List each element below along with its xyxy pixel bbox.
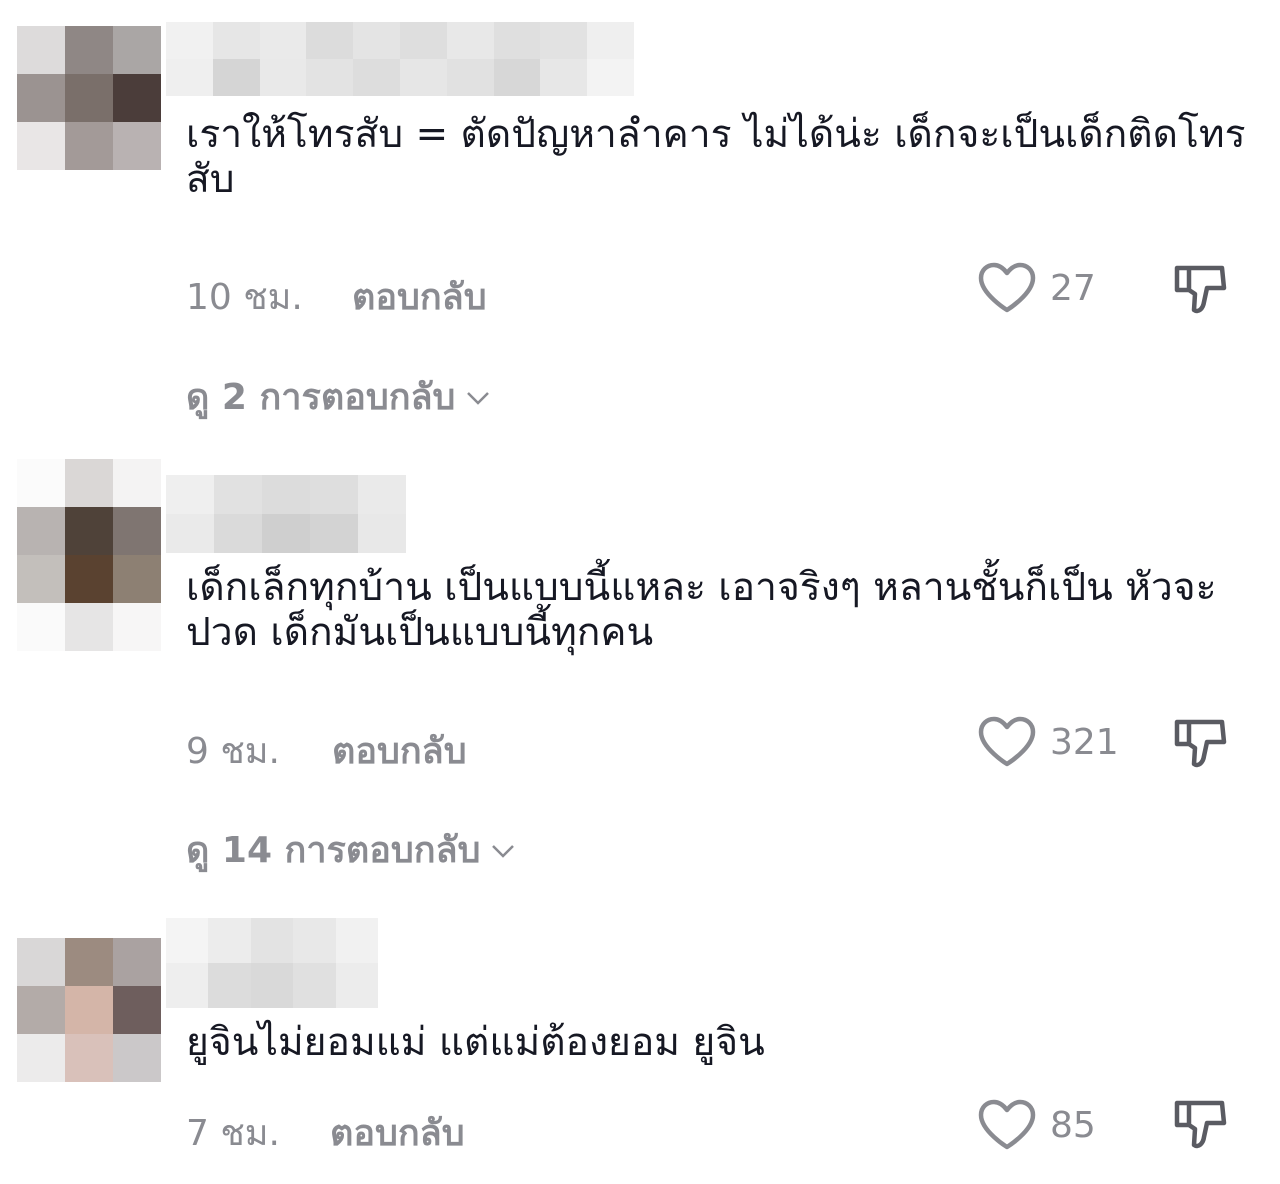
reply-button[interactable]: ตอบกลับ: [332, 722, 467, 779]
comment-time: 7 ชม.: [186, 1113, 280, 1154]
heart-icon: [978, 716, 1036, 767]
username-blurred[interactable]: [166, 22, 634, 96]
view-replies-label: ดู 14 การตอบกลับ: [186, 830, 481, 871]
dislike-button[interactable]: [1172, 1095, 1230, 1157]
heart-icon: [978, 1099, 1036, 1150]
like-count: 321: [1050, 721, 1119, 763]
heart-icon: [978, 262, 1036, 313]
like-button[interactable]: 27: [977, 262, 1096, 314]
like-count: 85: [1050, 1104, 1096, 1146]
thumbs-down-icon: [1174, 265, 1227, 314]
username-blurred[interactable]: [166, 918, 378, 1008]
view-replies-button[interactable]: ดู 14 การตอบกลับ: [186, 821, 516, 878]
comment-text: ยูจินไม่ยอมแม่ แต่แม่ต้องยอม ยูจิน: [186, 1020, 765, 1065]
avatar[interactable]: [17, 938, 161, 1082]
dislike-button[interactable]: [1172, 714, 1230, 776]
comment-text: เราให้โทรสับ = ตัดปัญหาลำคาร ไม่ได้น่ะ เ…: [186, 112, 1246, 202]
dislike-button[interactable]: [1172, 260, 1230, 322]
like-count: 27: [1050, 267, 1096, 309]
like-button[interactable]: 85: [977, 1099, 1096, 1151]
view-replies-label: ดู 2 การตอบกลับ: [186, 377, 456, 418]
thumbs-down-icon: [1174, 719, 1227, 768]
comment-time: 10 ชม.: [186, 277, 303, 318]
username-blurred[interactable]: [166, 475, 406, 553]
comment-text: เด็กเล็กทุกบ้าน เป็นแบบนี้แหละ เอาจริงๆ …: [186, 565, 1217, 655]
avatar[interactable]: [17, 26, 161, 170]
thumbs-down-icon: [1174, 1100, 1227, 1149]
view-replies-button[interactable]: ดู 2 การตอบกลับ: [186, 368, 491, 425]
chevron-down-icon: [467, 391, 490, 405]
like-button[interactable]: 321: [977, 716, 1119, 768]
avatar[interactable]: [17, 459, 161, 603]
reply-button[interactable]: ตอบกลับ: [352, 268, 487, 325]
reply-button[interactable]: ตอบกลับ: [330, 1104, 465, 1161]
comment-time: 9 ชม.: [186, 731, 280, 772]
chevron-down-icon: [492, 844, 515, 858]
avatar-bottom: [17, 603, 161, 651]
